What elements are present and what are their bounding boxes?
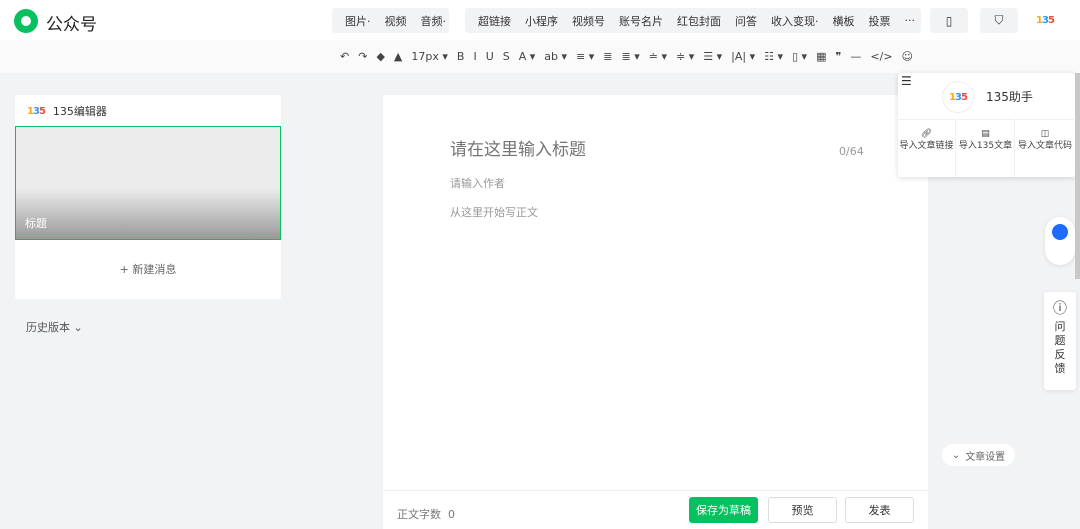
editor-panel: 0/64 请输入作者 从这里开始写正文 正文字数 0 保存为草稿 预览 发表 <box>383 95 928 529</box>
history-version-button[interactable]: 历史版本 ⌄ <box>26 319 83 335</box>
font-color-icon[interactable]: A ▾ <box>519 50 536 63</box>
feedback-button[interactable]: ⓘ 问题反馈 <box>1044 292 1076 390</box>
menu-qa[interactable]: 问答 <box>728 13 764 29</box>
question-icon: ⓘ <box>1053 301 1067 317</box>
import-135-label: 导入135文章 <box>958 141 1013 151</box>
format-toolbar: ↶ ↷ ◆ ▲ 17px ▾ B I U S A ▾ ab ▾ ≡ ▾ ≣ ≣ … <box>0 40 1080 73</box>
menu-card[interactable]: 账号名片 <box>612 13 670 29</box>
editor-name: 135编辑器 <box>52 105 107 118</box>
table-icon[interactable]: ▦ <box>816 50 826 63</box>
font-size-select[interactable]: 17px ▾ <box>411 50 448 63</box>
media-menu: 图片· 视频 音频· <box>332 8 449 33</box>
word-count: 正文字数 0 <box>397 506 455 522</box>
135-plugin-icon[interactable]: 135 <box>1026 8 1064 33</box>
mobile-preview-icon[interactable]: ▯ <box>930 8 968 33</box>
import-code-label: 导入文章代码 <box>1017 141 1072 151</box>
format-painter-icon[interactable]: ◆ <box>376 50 384 63</box>
document-icon: ▤ <box>981 129 990 139</box>
code-icon[interactable]: </> <box>870 50 892 63</box>
new-message-button[interactable]: + 新建消息 <box>15 261 281 277</box>
title-count: 0/64 <box>839 145 864 158</box>
menu-vote[interactable]: 投票 <box>862 13 898 29</box>
menu-image[interactable]: 图片· <box>338 13 378 29</box>
article-settings-label: 文章设置 <box>965 451 1006 463</box>
menu-template[interactable]: 横板 <box>826 13 862 29</box>
preview-button[interactable]: 预览 <box>768 497 837 523</box>
import-code-button[interactable]: ◫ 导入文章代码 <box>1016 119 1074 177</box>
indent-icon[interactable]: ≣ <box>603 50 612 63</box>
quote-icon[interactable]: ❞ <box>835 50 841 63</box>
insert-menu: 超链接 小程序 视频号 账号名片 红包封面 问答 收入变现· 横板 投票 ··· <box>465 8 921 33</box>
logo-icon <box>14 9 38 33</box>
editor-footer: 正文字数 0 保存为草稿 预览 发表 <box>383 490 928 529</box>
menu-channels[interactable]: 视频号 <box>565 13 612 29</box>
scrollbar[interactable] <box>1075 73 1080 279</box>
book-icon: ◫ <box>1040 129 1050 139</box>
align-center-icon[interactable]: ≣ ▾ <box>622 50 640 63</box>
135-logo-icon: 135 <box>27 105 46 117</box>
editor-header: 135 135编辑器 <box>27 103 107 119</box>
letter-spacing-icon[interactable]: |A| ▾ <box>731 50 755 63</box>
menu-video[interactable]: 视频 <box>378 13 414 29</box>
feedback-label: 问题反馈 <box>1054 320 1066 375</box>
import-135-button[interactable]: ▤ 导入135文章 <box>957 119 1015 177</box>
helper-name: 135助手 <box>986 90 1033 104</box>
cover-title: 标题 <box>25 217 47 230</box>
strikethrough-icon[interactable]: S <box>503 50 510 63</box>
undo-icon[interactable]: ↶ <box>340 50 349 63</box>
author-input[interactable]: 请输入作者 <box>450 175 505 191</box>
clear-format-icon[interactable]: ▲ <box>394 50 402 63</box>
brand-title: 公众号 <box>46 15 97 35</box>
line-height-icon[interactable]: ☰ ▾ <box>703 50 722 63</box>
import-link-button[interactable]: 🔗︎ 导入文章链接 <box>898 119 956 177</box>
title-input[interactable] <box>450 140 830 160</box>
word-count-label: 正文字数 <box>397 508 441 521</box>
assistant-float-button[interactable] <box>1045 217 1075 265</box>
emoji-icon[interactable]: ☺ <box>902 50 913 63</box>
menu-miniprogram[interactable]: 小程序 <box>518 13 565 29</box>
more-icon[interactable]: ··· <box>898 14 923 27</box>
shield-icon[interactable]: ⛉ <box>980 8 1018 33</box>
margin-icon[interactable]: ▯ ▾ <box>792 50 807 63</box>
background-color-icon[interactable]: ab ▾ <box>544 50 567 63</box>
menu-link[interactable]: 超链接 <box>471 13 518 29</box>
para-spacing-top-icon[interactable]: ≐ ▾ <box>649 50 667 63</box>
helper-logo: 135 <box>942 81 974 113</box>
underline-icon[interactable]: U <box>486 50 494 63</box>
menu-audio[interactable]: 音频· <box>414 13 454 29</box>
article-cover[interactable]: 标题 <box>15 126 281 240</box>
italic-icon[interactable]: I <box>473 50 476 63</box>
body-input[interactable]: 从这里开始写正文 <box>450 204 538 220</box>
menu-icon[interactable]: ☰ <box>901 74 912 88</box>
word-count-value: 0 <box>448 508 455 521</box>
article-list-card: 135 135编辑器 标题 + 新建消息 <box>15 95 281 299</box>
save-draft-button[interactable]: 保存为草稿 <box>689 497 758 523</box>
menu-monetize[interactable]: 收入变现· <box>764 13 826 29</box>
import-link-label: 导入文章链接 <box>899 141 954 151</box>
assistant-icon <box>1052 224 1068 240</box>
135-helper-panel: ☰ 135 135助手 🔗︎ 导入文章链接 ▤ 导入135文章 ◫ 导入文章代码 <box>898 73 1075 177</box>
menu-redpacket[interactable]: 红包封面 <box>670 13 728 29</box>
redo-icon[interactable]: ↷ <box>358 50 367 63</box>
align-icon[interactable]: ≡ ▾ <box>576 50 594 63</box>
divider-icon[interactable]: — <box>850 50 861 63</box>
article-settings-button[interactable]: ⌄ 文章设置 <box>942 444 1015 466</box>
para-spacing-bottom-icon[interactable]: ≑ ▾ <box>676 50 694 63</box>
chevron-down-icon: ⌄ <box>951 449 961 461</box>
bold-icon[interactable]: B <box>457 50 465 63</box>
publish-button[interactable]: 发表 <box>845 497 914 523</box>
link-icon: 🔗︎ <box>920 129 933 139</box>
top-bar: 公众号 图片· 视频 音频· 超链接 小程序 视频号 账号名片 红包封面 问答 … <box>0 0 1080 40</box>
list-icon[interactable]: ☷ ▾ <box>764 50 783 63</box>
